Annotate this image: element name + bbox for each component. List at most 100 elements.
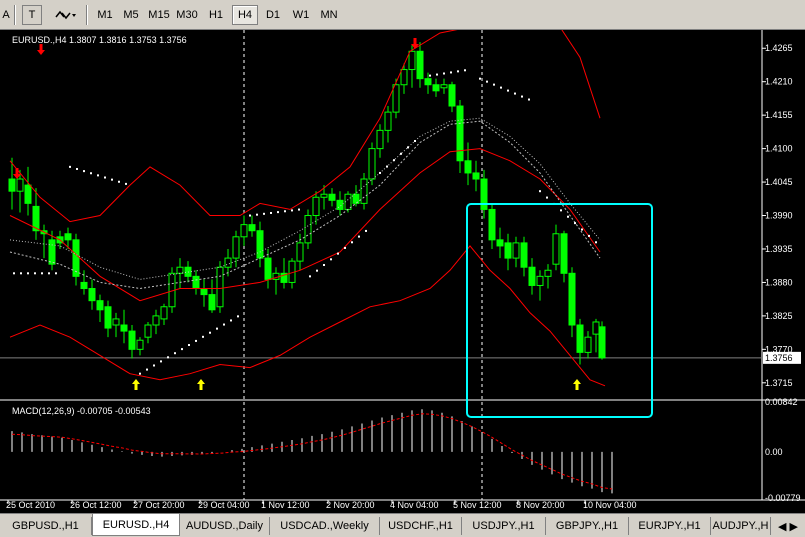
timeframe-button-mn[interactable]: MN bbox=[316, 5, 342, 25]
sar-dot bbox=[316, 269, 318, 272]
candle-body bbox=[392, 84, 400, 113]
sar-dot bbox=[202, 335, 204, 338]
sar-dot bbox=[160, 360, 162, 363]
candle-body bbox=[336, 199, 344, 210]
sar-dot bbox=[414, 140, 416, 143]
timeframe-button-w1[interactable]: W1 bbox=[288, 5, 314, 25]
sar-dot bbox=[581, 228, 583, 231]
chart-tab-7[interactable]: EURJPY.,H1 bbox=[629, 517, 711, 535]
sar-dot bbox=[125, 182, 127, 185]
up-arrow-icon bbox=[197, 379, 205, 390]
candle-body bbox=[72, 239, 80, 277]
candle-body bbox=[352, 193, 360, 204]
sar-dot bbox=[309, 275, 311, 278]
candle-body bbox=[528, 266, 536, 286]
chart-tab-6[interactable]: GBPJPY.,H1 bbox=[546, 517, 629, 535]
candle-body bbox=[536, 275, 544, 286]
timeframe-button-m5[interactable]: M5 bbox=[118, 5, 144, 25]
chart-tab-5[interactable]: USDJPY.,H1 bbox=[462, 517, 546, 535]
tab-scroll-arrows[interactable]: ◀ ▶ bbox=[771, 517, 805, 535]
sar-dot bbox=[195, 339, 197, 342]
bollinger-upper-band bbox=[9, 30, 601, 223]
candle-body bbox=[192, 275, 200, 290]
candle-body bbox=[8, 178, 16, 192]
chart-tab-2[interactable]: AUDUSD.,Daily bbox=[180, 517, 270, 535]
candle-body bbox=[432, 84, 440, 92]
candle-body bbox=[240, 224, 248, 238]
sar-dot bbox=[574, 222, 576, 225]
macd-scale-label: -0.00779 bbox=[765, 493, 801, 503]
candle-body bbox=[552, 233, 560, 265]
sar-dot bbox=[298, 208, 300, 211]
time-label: 26 Oct 12:00 bbox=[70, 500, 122, 510]
sar-dot bbox=[351, 241, 353, 244]
macd-scale-label: 0.00 bbox=[765, 447, 783, 457]
chart-tab-1[interactable]: EURUSD.,H4 bbox=[92, 514, 180, 536]
sar-dot bbox=[34, 272, 36, 275]
sar-dot bbox=[270, 211, 272, 214]
time-label: 25 Oct 2010 bbox=[6, 500, 55, 510]
toolbar-separator bbox=[86, 5, 88, 25]
chart-tab-3[interactable]: USDCAD.,Weekly bbox=[270, 517, 380, 535]
sar-dot bbox=[27, 272, 29, 275]
sar-dot bbox=[256, 213, 258, 216]
candle-body bbox=[320, 193, 328, 198]
candle-body bbox=[568, 272, 576, 326]
candle-body bbox=[208, 294, 216, 311]
candle-body bbox=[96, 300, 104, 311]
sar-dot bbox=[500, 86, 502, 89]
timeframe-button-h1[interactable]: H1 bbox=[203, 5, 229, 25]
sar-dot bbox=[249, 214, 251, 217]
crosshair-letter-button[interactable]: A bbox=[0, 5, 12, 25]
sar-dot bbox=[507, 89, 509, 92]
macd-scale-label: 0.00842 bbox=[765, 397, 798, 407]
price-label: 1.3990 bbox=[765, 211, 793, 221]
candle-body bbox=[576, 324, 584, 353]
candle-body bbox=[440, 84, 448, 89]
sar-dot bbox=[76, 167, 78, 170]
candle-body bbox=[24, 184, 32, 204]
candle-body bbox=[456, 105, 464, 162]
sar-dot bbox=[386, 165, 388, 168]
toolbar-separator bbox=[14, 5, 16, 25]
timeframe-button-m15[interactable]: M15 bbox=[146, 5, 172, 25]
sar-dot bbox=[209, 331, 211, 334]
time-label: 10 Nov 04:00 bbox=[583, 500, 637, 510]
sar-dot bbox=[174, 352, 176, 355]
sar-dot bbox=[539, 190, 541, 193]
sar-dot bbox=[479, 77, 481, 80]
sar-dot bbox=[97, 174, 99, 177]
timeframe-button-d1[interactable]: D1 bbox=[260, 5, 286, 25]
up-arrow-icon bbox=[132, 379, 140, 390]
candle-body bbox=[152, 315, 160, 326]
chart-canvas[interactable]: 1.4265 1.4210 1.4155 1.4100 1.4045 1.3990 1.39… bbox=[0, 30, 805, 513]
candle-body bbox=[368, 148, 376, 180]
candle-body bbox=[144, 324, 152, 338]
timeframe-button-h4[interactable]: H4 bbox=[232, 5, 258, 25]
candle-body bbox=[544, 269, 552, 277]
price-chart[interactable]: 1.4265 1.4210 1.4155 1.4100 1.4045 1.3990 1.39… bbox=[0, 30, 805, 513]
sar-dot bbox=[216, 327, 218, 330]
candle-body bbox=[408, 50, 416, 71]
arrows-tool-button[interactable] bbox=[50, 5, 80, 25]
text-tool-button[interactable]: T bbox=[22, 5, 42, 25]
down-arrow-icon bbox=[37, 44, 45, 55]
sar-dot bbox=[104, 176, 106, 179]
timeframe-button-m30[interactable]: M30 bbox=[174, 5, 200, 25]
current-price-label: 1.3756 bbox=[765, 353, 793, 363]
candle-body bbox=[80, 281, 88, 290]
timeframe-button-m1[interactable]: M1 bbox=[92, 5, 118, 25]
chart-tab-8[interactable]: AUDJPY.,H bbox=[711, 517, 771, 535]
sar-dot bbox=[83, 170, 85, 173]
candle-body bbox=[128, 330, 136, 350]
sar-dot bbox=[111, 178, 113, 181]
candle-body bbox=[232, 236, 240, 259]
candle-body bbox=[448, 84, 456, 107]
sar-dot bbox=[457, 70, 459, 73]
price-label: 1.4210 bbox=[765, 77, 793, 87]
candle-body bbox=[224, 257, 232, 268]
sar-dot bbox=[493, 83, 495, 86]
sar-dot bbox=[344, 246, 346, 249]
chart-tab-4[interactable]: USDCHF.,H1 bbox=[380, 517, 462, 535]
chart-tab-0[interactable]: GBPUSD.,H1 bbox=[0, 517, 92, 535]
